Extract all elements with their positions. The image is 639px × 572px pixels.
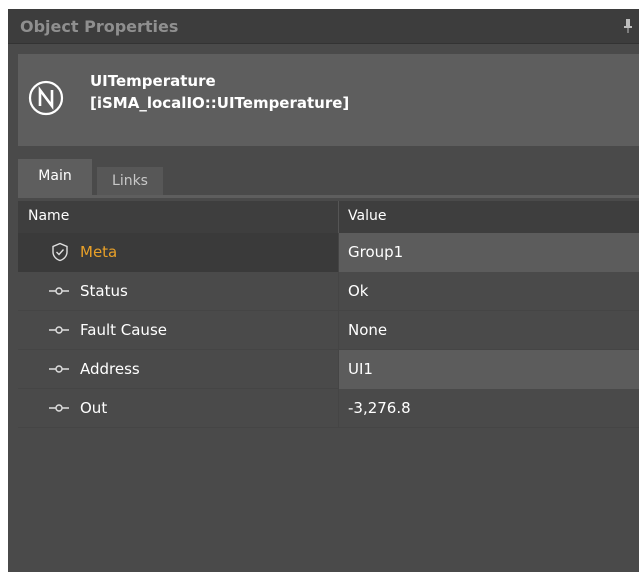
title-bar: Object Properties bbox=[8, 9, 639, 44]
property-row-fault-cause[interactable]: Fault Cause None bbox=[18, 311, 639, 350]
grid-header: Name Value bbox=[18, 201, 639, 233]
property-row-status[interactable]: Status Ok bbox=[18, 272, 639, 311]
property-value: None bbox=[348, 321, 388, 339]
property-value[interactable]: Group1 bbox=[339, 233, 639, 272]
tab-links[interactable]: Links bbox=[97, 167, 163, 195]
property-grid: Name Value Meta Group1 Status Ok Fault C… bbox=[18, 201, 639, 428]
name-cell[interactable]: Status bbox=[18, 272, 338, 311]
property-name: Fault Cause bbox=[80, 321, 167, 339]
object-type: [iSMA_localIO::UITemperature] bbox=[90, 94, 350, 112]
slot-icon bbox=[49, 287, 69, 295]
property-name: Status bbox=[80, 282, 128, 300]
property-name: Meta bbox=[80, 243, 118, 261]
column-divider[interactable] bbox=[338, 201, 339, 233]
property-value: Ok bbox=[348, 282, 369, 300]
name-cell[interactable]: Meta bbox=[18, 233, 338, 272]
tab-strip: Main Links bbox=[18, 159, 639, 198]
slot-icon bbox=[49, 326, 69, 334]
property-row-address[interactable]: Address UI1 bbox=[18, 350, 639, 389]
tab-main[interactable]: Main bbox=[18, 159, 92, 195]
property-row-out[interactable]: Out -3,276.8 bbox=[18, 389, 639, 428]
name-cell[interactable]: Out bbox=[18, 389, 338, 428]
column-header-value[interactable]: Value bbox=[348, 208, 386, 224]
object-name: UITemperature bbox=[90, 72, 216, 90]
name-cell[interactable]: Address bbox=[18, 350, 338, 389]
column-header-name[interactable]: Name bbox=[28, 208, 69, 224]
object-properties-panel: Object Properties UITemperature [iSMA_lo… bbox=[8, 9, 639, 572]
shield-icon bbox=[52, 242, 68, 262]
slot-icon bbox=[49, 365, 69, 373]
property-value: -3,276.8 bbox=[348, 399, 411, 417]
object-header: UITemperature [iSMA_localIO::UITemperatu… bbox=[18, 54, 639, 146]
pin-icon[interactable] bbox=[623, 18, 633, 34]
name-cell[interactable]: Fault Cause bbox=[18, 311, 338, 350]
property-value[interactable]: UI1 bbox=[339, 350, 639, 389]
property-name: Out bbox=[80, 399, 108, 417]
component-n-icon bbox=[28, 80, 64, 116]
slot-icon bbox=[49, 404, 69, 412]
panel-title: Object Properties bbox=[20, 17, 179, 36]
property-name: Address bbox=[80, 360, 140, 378]
property-row-meta[interactable]: Meta Group1 bbox=[18, 233, 639, 272]
